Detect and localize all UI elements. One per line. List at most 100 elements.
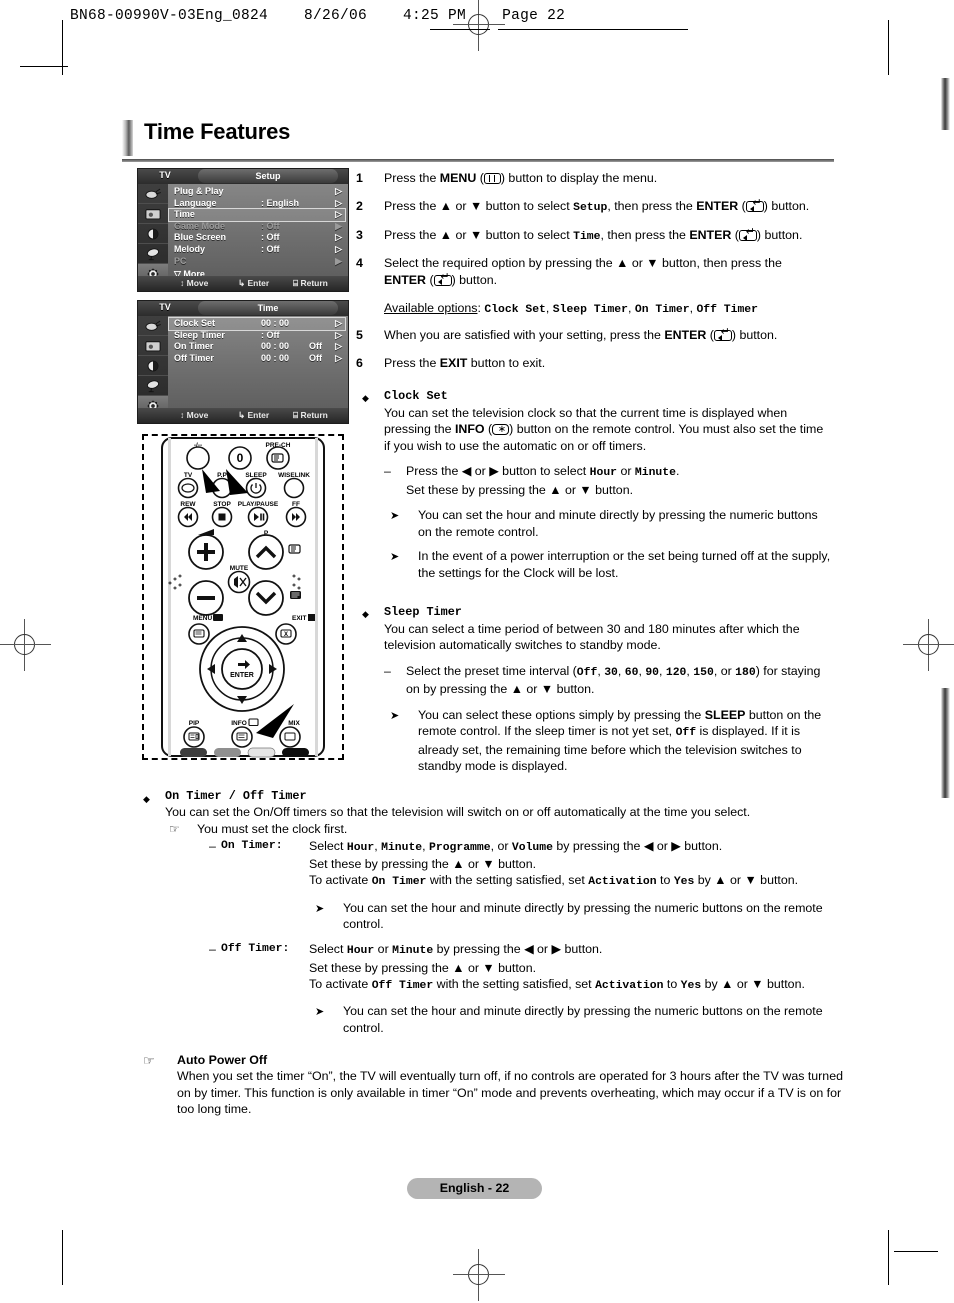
title-underline-rule	[122, 159, 834, 162]
osd-setup-source-label: TV	[159, 170, 171, 180]
osd-row-label: Plug & Play	[174, 186, 224, 196]
picture-icon	[138, 316, 168, 336]
off-timer-line-2: Set these by pressing the ▲ or ▼ button.	[309, 960, 537, 975]
sound-icon	[138, 356, 168, 376]
step-number: 4	[356, 256, 363, 270]
osd-row-value2: Off	[309, 341, 322, 352]
osd-row-label: On Timer	[174, 341, 214, 352]
osd-row-label: Language	[174, 197, 217, 208]
osd-row-label: Game Mode	[174, 220, 226, 231]
osd-setup-hint-enter: ↳ Enter	[238, 278, 270, 288]
osd-row[interactable]: Blue Screen: Off ▷	[169, 232, 345, 244]
osd-row[interactable]: Time ▷	[168, 208, 346, 222]
crop-mark-bottom-right-vertical	[888, 1230, 889, 1285]
osd-row-value: : Off	[261, 243, 280, 254]
diamond-bullet-icon: ◆	[362, 609, 369, 619]
osd-screenshot-setup: TV Setup Plug & Play ▷ Language : English ▷ T…	[137, 168, 349, 292]
osd-setup-title: Setup	[198, 169, 338, 183]
off-timer-line-3: To activate Off Timer with the setting s…	[309, 976, 805, 992]
step-text: Press the MENU () button to display the …	[384, 171, 658, 185]
clock-set-dash-text: Press the ◀ or ▶ button to select Hour o…	[406, 464, 680, 497]
osd-row[interactable]: Plug & Play ▷	[169, 186, 345, 198]
edge-tab-marker-lower	[941, 688, 950, 798]
sleep-timer-note: ➤ You can select these options simply by…	[384, 707, 832, 775]
section-clock-set: ◆ Clock Set You can set the television c…	[362, 388, 832, 581]
chevron-right-icon: ▷	[335, 341, 342, 352]
on-off-timer-hand-note: ☞ You must set the clock first.	[165, 821, 843, 837]
osd-time-hint-move: ↕ Move	[180, 410, 209, 420]
osd-row[interactable]: Sleep Timer: Off ▷	[169, 330, 345, 342]
osd-setup-hint-move: ↕ Move	[180, 278, 209, 288]
osd-time-hint-bar: ↕ Move ↳ Enter ⌸ Return	[138, 408, 348, 423]
title-accent-bar	[122, 120, 133, 156]
osd-row-value: : Off	[261, 220, 280, 231]
diamond-bullet-icon: ◆	[362, 393, 369, 403]
step-text: When you are satisfied with your setting…	[384, 327, 884, 344]
osd-row[interactable]: Language: English ▷	[169, 198, 345, 210]
step-text: Press the EXIT button to exit.	[384, 356, 546, 370]
section-on-off-timer: ◆ On Timer / Off Timer You can set the O…	[143, 788, 843, 1036]
step-text: Available options: Clock Set, Sleep Time…	[384, 301, 758, 316]
clock-set-note-1: ➤ You can set the hour and minute direct…	[384, 507, 832, 540]
svg-text:0: 0	[237, 451, 244, 465]
osd-row[interactable]: Clock Set 00 : 00 ▷	[168, 317, 346, 331]
osd-row-label: Melody	[174, 243, 206, 254]
off-timer-note: ➤ You can set the hour and minute direct…	[309, 1003, 843, 1036]
osd-row[interactable]: Melody: Off ▷	[169, 244, 345, 256]
osd-row-value: 00 : 00	[261, 352, 290, 363]
osd-screenshot-time: TV Time Clock Set 00 : 00 ▷ Sleep Timer: Of…	[137, 300, 349, 424]
osd-time-hint-enter: ↳ Enter	[238, 410, 270, 420]
step-text: Select the required option by pressing t…	[384, 255, 884, 288]
osd-row-value: : Off	[261, 232, 280, 243]
section-auto-power-off: ☞ Auto Power Off When you set the timer …	[143, 1052, 843, 1117]
sleep-timer-heading: Sleep Timer	[384, 605, 462, 619]
osd-time-source-label: TV	[159, 302, 171, 312]
arrow-bullet-icon: ➤	[390, 510, 400, 522]
on-timer-label: On Timer:	[221, 839, 283, 852]
on-off-timer-body: You can set the On/Off timers so that th…	[165, 805, 751, 820]
screen-icon	[138, 336, 168, 356]
svg-text:PIP: PIP	[189, 720, 200, 727]
osd-setup-titlebar: TV Setup	[138, 169, 348, 184]
crop-mark-top-left-horizontal	[20, 66, 68, 67]
osd-setup-row-list: Plug & Play ▷ Language : English ▷ Time ▷ Game …	[168, 186, 346, 268]
chevron-right-icon: ▷	[335, 318, 342, 328]
osd-row[interactable]: PC ▶	[169, 256, 345, 268]
sound-icon	[138, 224, 168, 244]
osd-row-value: : English	[261, 197, 299, 208]
arrow-bullet-icon: ➤	[390, 709, 400, 722]
chevron-right-icon: ▶	[335, 220, 342, 231]
sleep-timer-body: You can select a time period of between …	[384, 621, 800, 653]
clock-set-body: You can set the television clock so that…	[384, 405, 832, 455]
osd-row[interactable]: Game Mode : Off ▶	[169, 221, 345, 233]
dash-marker: –	[384, 464, 391, 478]
osd-row-label: PC	[174, 255, 187, 266]
osd-row[interactable]: Off Timer 00 : 00 Off ▷	[169, 353, 345, 365]
auto-power-off-heading: Auto Power Off	[177, 1053, 268, 1067]
off-timer-line-1: Select Hour or Minute by pressing the ◀ …	[309, 942, 603, 958]
on-off-timer-heading: On Timer / Off Timer	[165, 789, 307, 803]
off-timer-note-text: You can set the hour and minute directly…	[343, 1004, 823, 1035]
dash-marker: –	[209, 942, 216, 957]
on-off-timer-hand-note-text: You must set the clock first.	[197, 821, 348, 836]
on-timer-block: – On Timer: Select Hour, Minute, Program…	[209, 838, 843, 932]
hand-pointer-icon: ☞	[143, 1053, 155, 1068]
step-number: 6	[356, 356, 363, 370]
chevron-right-icon: ▷	[335, 186, 342, 196]
osd-setup-hint-return: ⌸ Return	[293, 278, 328, 288]
hand-pointer-icon: ☞	[169, 821, 180, 836]
registration-mark-right	[903, 619, 954, 671]
osd-time-icon-column	[138, 316, 168, 416]
svg-text:MENU: MENU	[193, 615, 212, 622]
step-number: 3	[356, 228, 363, 242]
crop-mark-top-right-vertical	[888, 20, 889, 75]
osd-row-label: Clock Set	[174, 318, 216, 328]
svg-text:INFO: INFO	[231, 720, 247, 727]
channel-icon	[138, 244, 168, 264]
on-timer-note-text: You can set the hour and minute directly…	[343, 900, 823, 932]
chevron-right-icon: ▷	[335, 232, 342, 243]
picture-icon	[138, 184, 168, 204]
osd-row-label: Sleep Timer	[174, 329, 225, 340]
osd-row[interactable]: On Timer 00 : 00 Off ▷	[169, 341, 345, 353]
off-timer-label: Off Timer:	[221, 943, 290, 956]
